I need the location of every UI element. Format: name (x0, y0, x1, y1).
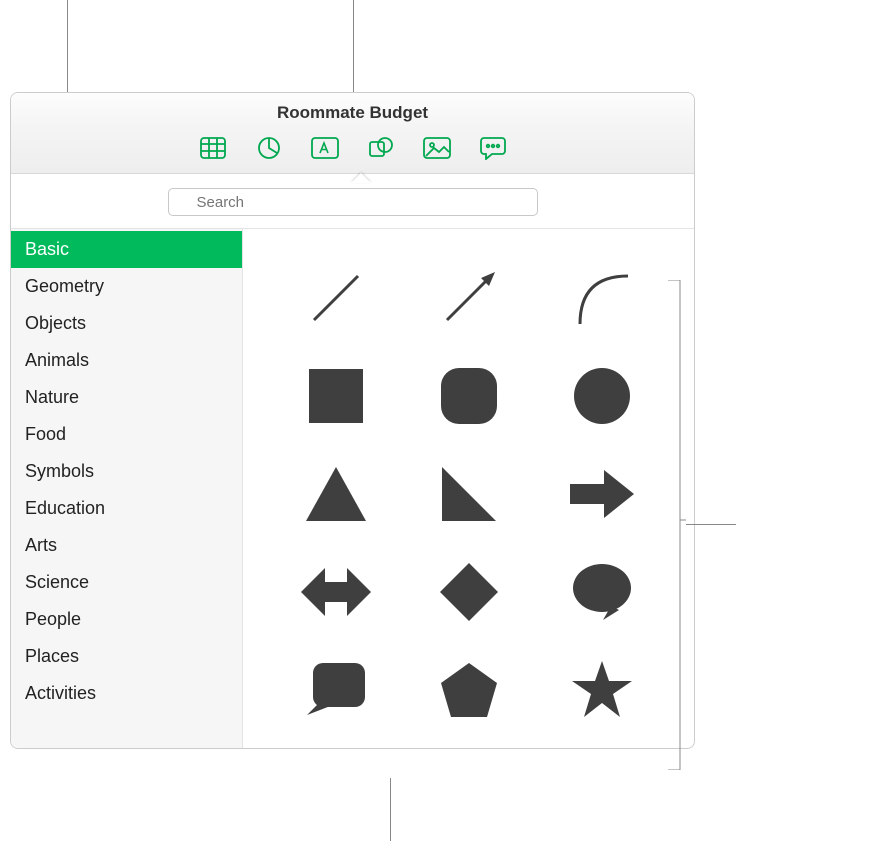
shapes-grid (243, 229, 694, 748)
sidebar-item-education[interactable]: Education (11, 490, 242, 527)
media-button[interactable] (421, 135, 453, 161)
shape-icon (368, 136, 394, 160)
shape-arrow-right[interactable] (567, 459, 637, 529)
popover-arrow (351, 173, 371, 183)
shape-speech-bubble[interactable] (567, 557, 637, 627)
shape-button[interactable] (365, 135, 397, 161)
shape-pentagon[interactable] (434, 655, 504, 725)
shapes-popover: BasicGeometryObjectsAnimalsNatureFoodSym… (11, 174, 694, 748)
table-button[interactable] (197, 135, 229, 161)
text-icon (311, 137, 339, 159)
sidebar-item-science[interactable]: Science (11, 564, 242, 601)
sidebar-item-symbols[interactable]: Symbols (11, 453, 242, 490)
shape-curve[interactable] (567, 263, 637, 333)
page-title: Roommate Budget (11, 93, 694, 129)
category-sidebar: BasicGeometryObjectsAnimalsNatureFoodSym… (11, 229, 243, 748)
table-icon (200, 137, 226, 159)
shape-callout-rect[interactable] (301, 655, 371, 725)
sidebar-item-nature[interactable]: Nature (11, 379, 242, 416)
app-window: Roommate Budget BasicGeometry (10, 92, 695, 749)
chart-button[interactable] (253, 135, 285, 161)
sidebar-item-animals[interactable]: Animals (11, 342, 242, 379)
comment-icon (480, 136, 506, 160)
sidebar-item-people[interactable]: People (11, 601, 242, 638)
callout-bracket (668, 280, 686, 770)
text-button[interactable] (309, 135, 341, 161)
sidebar-item-geometry[interactable]: Geometry (11, 268, 242, 305)
sidebar-item-food[interactable]: Food (11, 416, 242, 453)
media-icon (423, 137, 451, 159)
sidebar-item-objects[interactable]: Objects (11, 305, 242, 342)
callout-leader (390, 778, 391, 841)
sidebar-item-places[interactable]: Places (11, 638, 242, 675)
search-input[interactable] (168, 188, 538, 216)
sidebar-item-arts[interactable]: Arts (11, 527, 242, 564)
shape-circle[interactable] (567, 361, 637, 431)
sidebar-item-basic[interactable]: Basic (11, 231, 242, 268)
shape-right-triangle[interactable] (434, 459, 504, 529)
callout-leader (686, 524, 736, 525)
shape-star[interactable] (567, 655, 637, 725)
toolbar (11, 129, 694, 174)
shape-arrow-bidirectional[interactable] (301, 557, 371, 627)
shape-arrow-line[interactable] (434, 263, 504, 333)
shape-square[interactable] (301, 361, 371, 431)
shape-diamond[interactable] (434, 557, 504, 627)
shape-rounded-square[interactable] (434, 361, 504, 431)
chart-icon (257, 136, 281, 160)
shape-triangle[interactable] (301, 459, 371, 529)
popover-body: BasicGeometryObjectsAnimalsNatureFoodSym… (11, 228, 694, 748)
sidebar-item-activities[interactable]: Activities (11, 675, 242, 712)
comment-button[interactable] (477, 135, 509, 161)
shape-line[interactable] (301, 263, 371, 333)
